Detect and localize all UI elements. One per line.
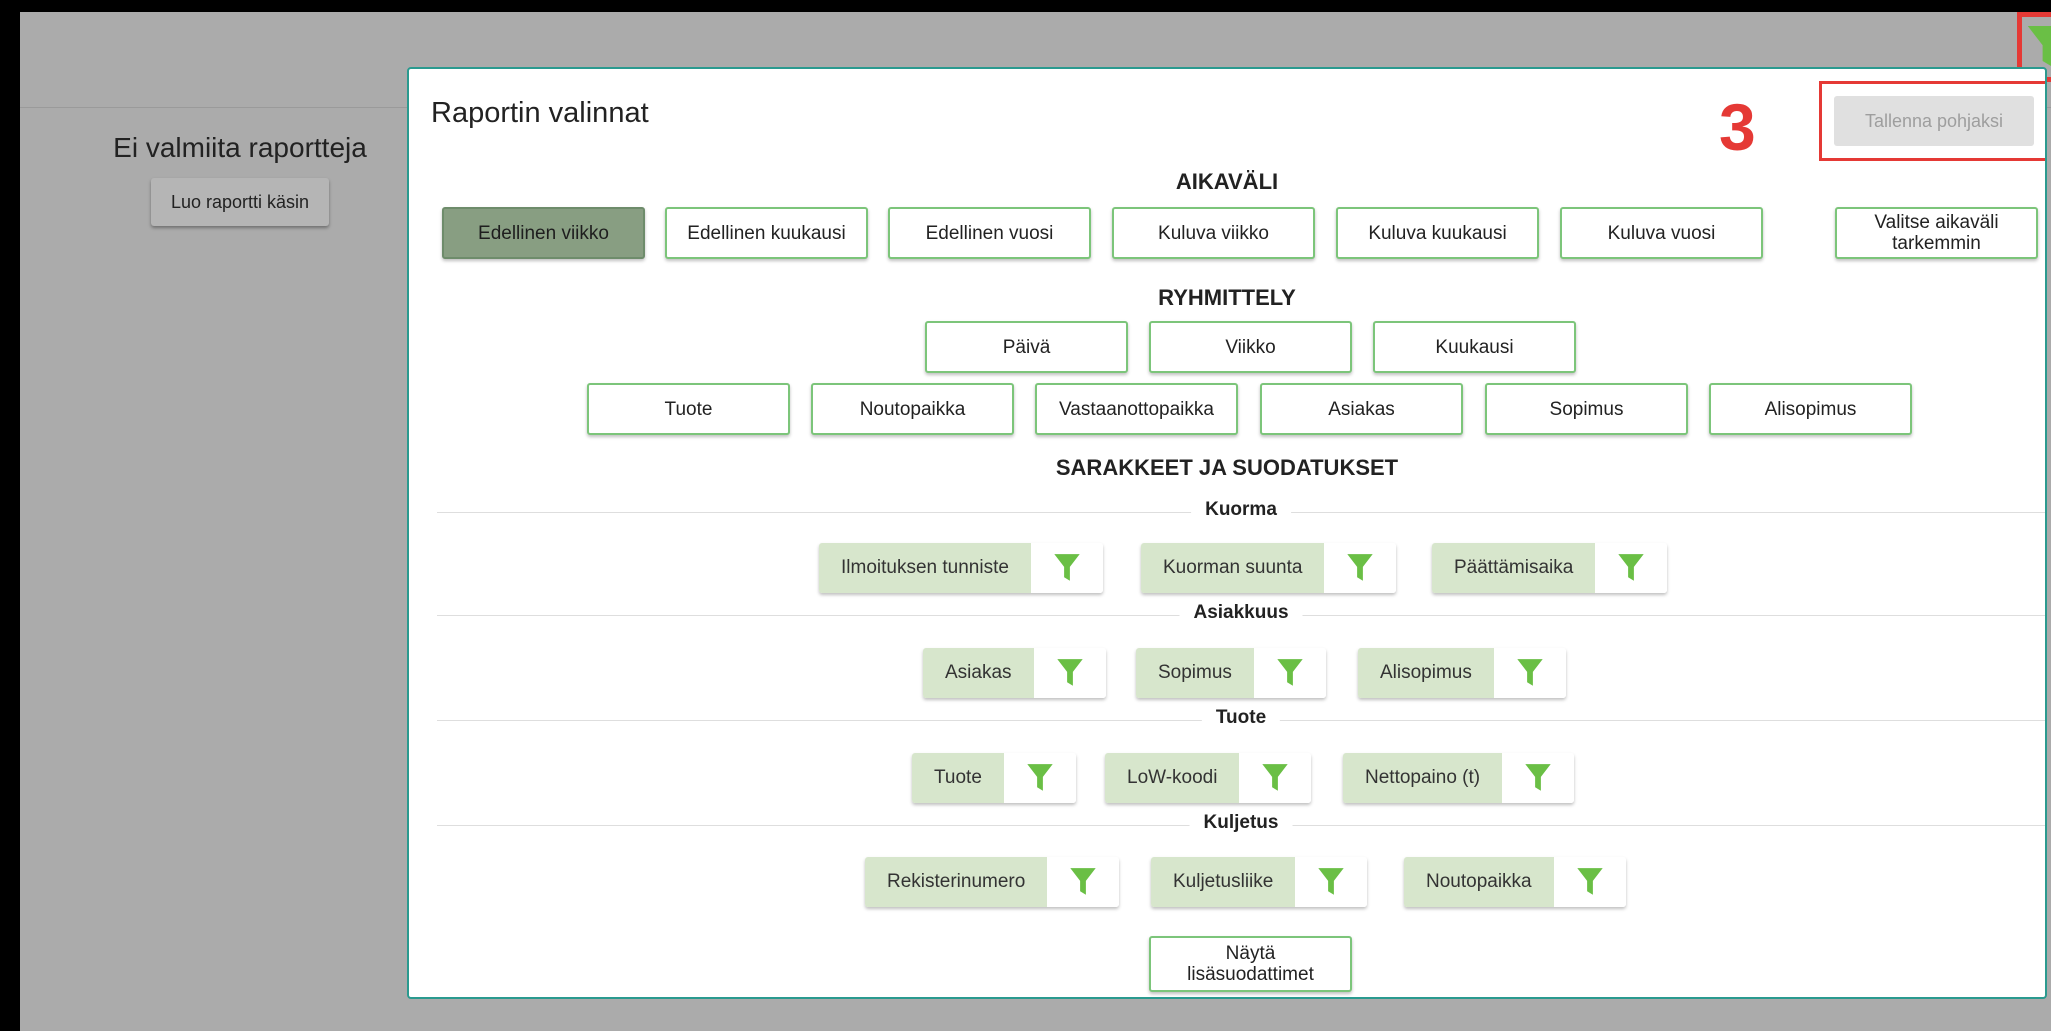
filter-icon bbox=[1277, 659, 1303, 686]
column-chip: Tuote bbox=[912, 753, 1076, 803]
dialog-title: Raportin valinnat bbox=[431, 97, 649, 129]
column-filter-button[interactable] bbox=[1003, 753, 1076, 803]
column-filter-button[interactable] bbox=[1502, 753, 1575, 803]
filter-icon bbox=[2027, 26, 2051, 67]
reports-sidebar: Ei valmiita raportteja Luo raportti käsi… bbox=[90, 130, 390, 226]
column-filter-button[interactable] bbox=[1295, 857, 1368, 907]
time-option-previous-year[interactable]: Edellinen vuosi bbox=[888, 207, 1091, 259]
column-chip: Kuljetusliike bbox=[1151, 857, 1368, 907]
column-group-divider: Kuljetus bbox=[437, 812, 2045, 834]
filter-icon bbox=[1318, 868, 1345, 895]
report-options-dialog: Raportin valinnat 3 Tallenna pohjaksi AI… bbox=[407, 67, 2047, 999]
column-group-label: Kuorma bbox=[1191, 499, 1291, 521]
column-filter-button[interactable] bbox=[1253, 648, 1326, 698]
column-chip-label[interactable]: Ilmoituksen tunniste bbox=[819, 543, 1031, 593]
column-chip-label[interactable]: Kuorman suunta bbox=[1141, 543, 1325, 593]
column-group-label: Kuljetus bbox=[1189, 812, 1293, 834]
filter-icon bbox=[1262, 764, 1289, 791]
column-filter-button[interactable] bbox=[1324, 543, 1397, 593]
save-template-button[interactable]: Tallenna pohjaksi bbox=[1834, 96, 2034, 146]
column-group-divider: Tuote bbox=[437, 707, 2045, 729]
create-report-button[interactable]: Luo raportti käsin bbox=[150, 178, 330, 226]
columns-filters-heading: SARAKKEET JA SUODATUKSET bbox=[1055, 455, 1399, 480]
column-chip: Rekisterinumero bbox=[865, 857, 1120, 907]
filter-icon bbox=[1027, 764, 1053, 791]
time-option-custom-range[interactable]: Valitse aikaväli tarkemmin bbox=[1835, 207, 2038, 259]
column-chip: Päättämisaika bbox=[1432, 543, 1668, 593]
column-group-divider: Kuorma bbox=[437, 499, 2045, 521]
column-chip-label[interactable]: LoW-koodi bbox=[1105, 753, 1240, 803]
column-chip-label[interactable]: Asiakas bbox=[923, 648, 1034, 698]
column-chip: Asiakas bbox=[923, 648, 1106, 698]
column-group-label: Asiakkuus bbox=[1179, 602, 1303, 624]
column-chip-label[interactable]: Päättämisaika bbox=[1432, 543, 1596, 593]
group-by-day[interactable]: Päivä bbox=[925, 321, 1128, 373]
filter-icon bbox=[1576, 868, 1603, 895]
filter-icon bbox=[1056, 659, 1083, 686]
column-chip: Alisopimus bbox=[1358, 648, 1566, 698]
time-option-previous-week[interactable]: Edellinen viikko bbox=[442, 207, 645, 259]
column-filter-button[interactable] bbox=[1553, 857, 1626, 907]
column-chip: Noutopaikka bbox=[1404, 857, 1626, 907]
column-filter-button[interactable] bbox=[1030, 543, 1103, 593]
filter-icon bbox=[1070, 868, 1097, 895]
time-range-heading: AIKAVÄLI bbox=[1175, 169, 1279, 194]
column-chip-label[interactable]: Noutopaikka bbox=[1404, 857, 1554, 907]
filter-icon bbox=[1525, 764, 1551, 791]
column-chip-label[interactable]: Tuote bbox=[912, 753, 1004, 803]
step-annotation: 3 bbox=[1719, 90, 1756, 164]
column-chip-label[interactable]: Nettopaino (t) bbox=[1343, 753, 1503, 803]
column-filter-button[interactable] bbox=[1047, 857, 1120, 907]
filter-icon bbox=[1347, 554, 1374, 581]
column-chip: Kuorman suunta bbox=[1141, 543, 1397, 593]
column-filter-button[interactable] bbox=[1493, 648, 1566, 698]
column-chip: Nettopaino (t) bbox=[1343, 753, 1575, 803]
group-by-pickup-location[interactable]: Noutopaikka bbox=[811, 383, 1014, 435]
filter-icon bbox=[1517, 659, 1543, 686]
column-chip: LoW-koodi bbox=[1105, 753, 1312, 803]
column-group-label: Tuote bbox=[1201, 707, 1281, 729]
column-filter-button[interactable] bbox=[1595, 543, 1668, 593]
show-more-filters-button[interactable]: Näytä lisäsuodattimet bbox=[1149, 936, 1352, 992]
filter-icon bbox=[1054, 554, 1080, 581]
column-group-divider: Asiakkuus bbox=[437, 602, 2045, 624]
time-option-current-month[interactable]: Kuluva kuukausi bbox=[1336, 207, 1539, 259]
group-by-week[interactable]: Viikko bbox=[1149, 321, 1352, 373]
column-filter-button[interactable] bbox=[1033, 648, 1106, 698]
column-chip-label[interactable]: Alisopimus bbox=[1358, 648, 1494, 698]
group-by-subcontract[interactable]: Alisopimus bbox=[1709, 383, 1912, 435]
group-by-contract[interactable]: Sopimus bbox=[1485, 383, 1688, 435]
column-chip-label[interactable]: Kuljetusliike bbox=[1151, 857, 1296, 907]
column-filter-button[interactable] bbox=[1239, 753, 1312, 803]
time-option-previous-month[interactable]: Edellinen kuukausi bbox=[665, 207, 868, 259]
time-option-current-week[interactable]: Kuluva viikko bbox=[1112, 207, 1315, 259]
column-chip-label[interactable]: Rekisterinumero bbox=[865, 857, 1048, 907]
column-chip-label[interactable]: Sopimus bbox=[1136, 648, 1254, 698]
time-option-current-year[interactable]: Kuluva vuosi bbox=[1560, 207, 1763, 259]
group-by-customer[interactable]: Asiakas bbox=[1260, 383, 1463, 435]
no-reports-text: Ei valmiita raportteja bbox=[113, 132, 367, 163]
column-chip: Ilmoituksen tunniste bbox=[819, 543, 1103, 593]
group-by-product[interactable]: Tuote bbox=[587, 383, 790, 435]
filter-icon bbox=[1618, 554, 1645, 581]
save-template-highlight: Tallenna pohjaksi bbox=[1819, 81, 2045, 161]
column-chip: Sopimus bbox=[1136, 648, 1326, 698]
group-by-receiving-location[interactable]: Vastaanottopaikka bbox=[1035, 383, 1238, 435]
grouping-heading: RYHMITTELY bbox=[1158, 285, 1296, 310]
group-by-month[interactable]: Kuukausi bbox=[1373, 321, 1576, 373]
